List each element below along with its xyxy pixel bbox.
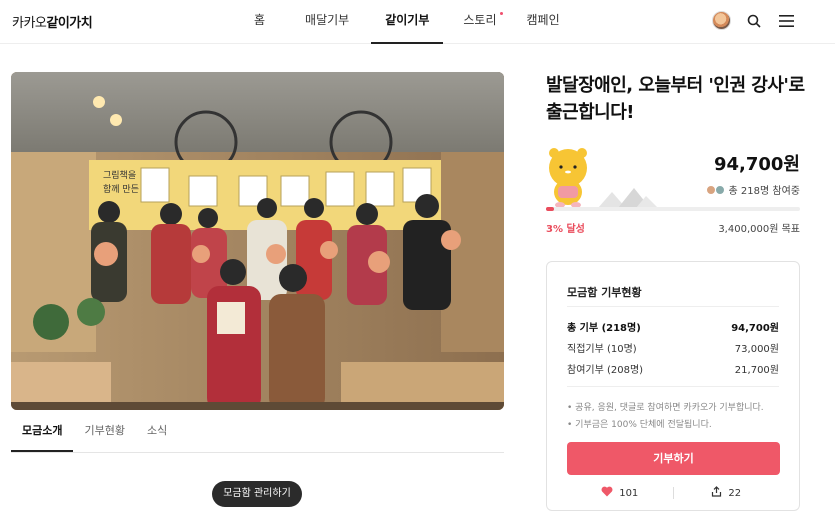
- share-icon: [711, 486, 722, 500]
- total-donation-row: 총 기부 (218명) 94,700원: [567, 319, 779, 334]
- participants-count: 총 218명 참여중: [705, 182, 800, 197]
- kakao-gachi-logo[interactable]: 카카오같이가치: [12, 12, 93, 31]
- divider: [567, 386, 779, 387]
- nav-home[interactable]: 홈: [240, 0, 279, 44]
- header-icons: [712, 11, 795, 30]
- like-count: 101: [619, 487, 639, 499]
- divider: [567, 306, 779, 307]
- tab-news[interactable]: 소식: [136, 418, 178, 452]
- nav-story-label: 스토리: [463, 13, 497, 27]
- progress-fill: [546, 207, 554, 211]
- tab-donation-status[interactable]: 기부현황: [73, 418, 135, 452]
- search-icon[interactable]: [745, 12, 763, 30]
- row-label: 총 기부 (218명): [567, 323, 641, 334]
- row-value: 73,000원: [734, 344, 779, 355]
- achievement-rate: 3% 달성: [546, 224, 585, 235]
- logo-prefix: 카카오: [12, 16, 47, 31]
- participants-label: 총 218명 참여중: [728, 186, 800, 197]
- banner-text: 그림책을: [103, 169, 136, 181]
- main-nav: 홈 매달기부 같이기부 스토리 캠페인: [240, 0, 574, 44]
- like-button[interactable]: 101: [567, 486, 673, 500]
- goal-amount: 3,400,000원 목표: [718, 224, 800, 235]
- row-label: 직접기부 (10명): [567, 344, 637, 355]
- mascot-image: [546, 146, 590, 208]
- campaign-photo: 그림책을 함께 만든: [11, 72, 504, 410]
- top-header: 카카오같이가치 홈 매달기부 같이기부 스토리 캠페인: [0, 0, 835, 44]
- card-footer: 101 22: [567, 484, 779, 502]
- progress-bar: [546, 207, 800, 211]
- row-value: 94,700원: [731, 323, 779, 334]
- avatar[interactable]: [712, 11, 731, 30]
- campaign-title: 발달장애인, 오늘부터 '인권 강사'로 출근합니다!: [546, 75, 805, 123]
- heart-icon: [601, 486, 613, 500]
- logo-bold: 같이가치: [46, 16, 93, 31]
- donation-status-card: 모금함 기부현황 총 기부 (218명) 94,700원 직접기부 (10명) …: [546, 261, 800, 511]
- new-dot: [499, 12, 503, 15]
- banner-text-2: 함께 만든: [103, 184, 139, 195]
- share-count: 22: [728, 487, 742, 499]
- nav-monthly[interactable]: 매달기부: [291, 0, 363, 44]
- row-value: 21,700원: [734, 365, 779, 376]
- nav-together[interactable]: 같이기부: [371, 0, 444, 44]
- participation-donation-row: 참여기부 (208명) 21,700원: [567, 361, 779, 376]
- content-tabs: 모금소개 기부현황 소식: [11, 418, 504, 453]
- share-button[interactable]: 22: [674, 486, 780, 500]
- raised-amount: 94,700원: [713, 154, 800, 175]
- menu-icon[interactable]: [777, 12, 795, 30]
- row-label: 참여기부 (208명): [567, 365, 644, 376]
- note-participation: • 공유, 응원, 댓글로 참여하면 카카오가 기부합니다.: [567, 403, 764, 413]
- note-full-transfer: • 기부금은 100% 단체에 전달됩니다.: [567, 420, 712, 430]
- donate-button[interactable]: 기부하기: [567, 442, 780, 475]
- nav-campaign[interactable]: 캠페인: [513, 0, 574, 44]
- nav-story[interactable]: 스토리: [449, 0, 510, 44]
- manage-fund-button[interactable]: 모금함 관리하기: [212, 481, 302, 507]
- mountain-decoration: [598, 188, 658, 208]
- direct-donation-row: 직접기부 (10명) 73,000원: [567, 340, 779, 355]
- participant-avatar-2: [714, 184, 725, 195]
- card-title: 모금함 기부현황: [567, 286, 642, 299]
- tab-intro[interactable]: 모금소개: [11, 418, 74, 452]
